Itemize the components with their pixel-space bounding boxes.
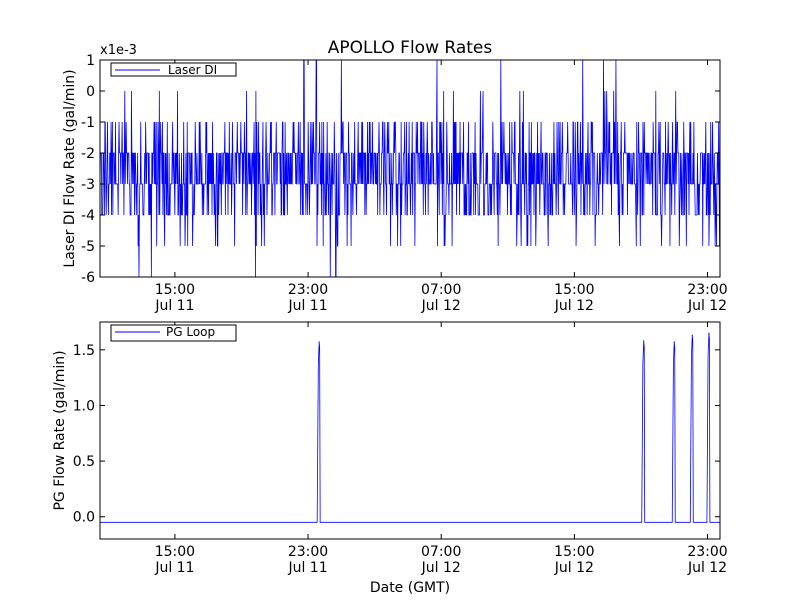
pg-loop-x-tick-date: Jul 12 xyxy=(421,560,461,576)
pg-loop-y-axis-label: PG Flow Rate (gal/min) xyxy=(52,350,68,510)
laser-di-y-tick-label: -1 xyxy=(81,115,95,131)
laser-di-x-tick-date: Jul 11 xyxy=(154,298,194,314)
chart-figure: APOLLO Flow Rates 10-1-2-3-4-5-6 15:00Ju… xyxy=(0,0,800,600)
pg-loop-x-tick-time: 15:00 xyxy=(155,544,195,560)
pg-loop-x-tick-date: Jul 12 xyxy=(687,560,727,576)
laser-di-y-tick-label: -6 xyxy=(81,270,95,286)
pg-loop-y-tick-label: 0.5 xyxy=(73,454,95,470)
pg-loop-x-tick-date: Jul 11 xyxy=(287,560,327,576)
laser-di-x-tick-time: 07:00 xyxy=(421,282,461,298)
laser-di-offset-label: x1e-3 xyxy=(100,43,137,58)
pg-loop-y-tick-label: 1.5 xyxy=(73,343,95,359)
laser-di-y-tick-label: 1 xyxy=(86,53,95,69)
pg-loop-x-tick-time: 15:00 xyxy=(554,544,594,560)
laser-di-x-tick-date: Jul 12 xyxy=(421,298,461,314)
pg-loop-x-tick-time: 23:00 xyxy=(687,544,727,560)
laser-di-y-tick-label: -4 xyxy=(81,208,95,224)
laser-di-y-tick-label: -3 xyxy=(81,177,95,193)
pg-loop-legend-label: PG Loop xyxy=(166,325,215,339)
laser-di-x-tick-time: 15:00 xyxy=(554,282,594,298)
laser-di-y-axis-label: Laser DI Flow Rate (gal/min) xyxy=(62,69,78,267)
laser-di-y-tick-label: -5 xyxy=(81,239,95,255)
laser-di-x-tick-time: 15:00 xyxy=(155,282,195,298)
laser-di-x-tick-date: Jul 11 xyxy=(287,298,327,314)
laser-di-x-tick-time: 23:00 xyxy=(288,282,328,298)
laser-di-y-tick-label: -2 xyxy=(81,146,95,162)
laser-di-legend-label: Laser DI xyxy=(168,63,217,77)
pg-loop-y-tick-label: 0.0 xyxy=(73,510,95,526)
laser-di-x-tick-date: Jul 12 xyxy=(687,298,727,314)
pg-loop-x-tick-date: Jul 11 xyxy=(154,560,194,576)
laser-di-x-tick-time: 23:00 xyxy=(687,282,727,298)
chart-title: APOLLO Flow Rates xyxy=(328,38,493,58)
laser-di-legend: Laser DI xyxy=(110,62,237,77)
pg-loop-y-tick-label: 1.0 xyxy=(73,398,95,414)
pg-loop-x-tick-time: 23:00 xyxy=(288,544,328,560)
x-axis-label: Date (GMT) xyxy=(370,580,450,596)
figure-background xyxy=(0,0,800,600)
pg-loop-x-tick-date: Jul 12 xyxy=(554,560,594,576)
pg-loop-legend: PG Loop xyxy=(110,324,237,342)
laser-di-x-tick-date: Jul 12 xyxy=(554,298,594,314)
laser-di-y-tick-label: 0 xyxy=(86,84,95,100)
pg-loop-x-tick-time: 07:00 xyxy=(421,544,461,560)
